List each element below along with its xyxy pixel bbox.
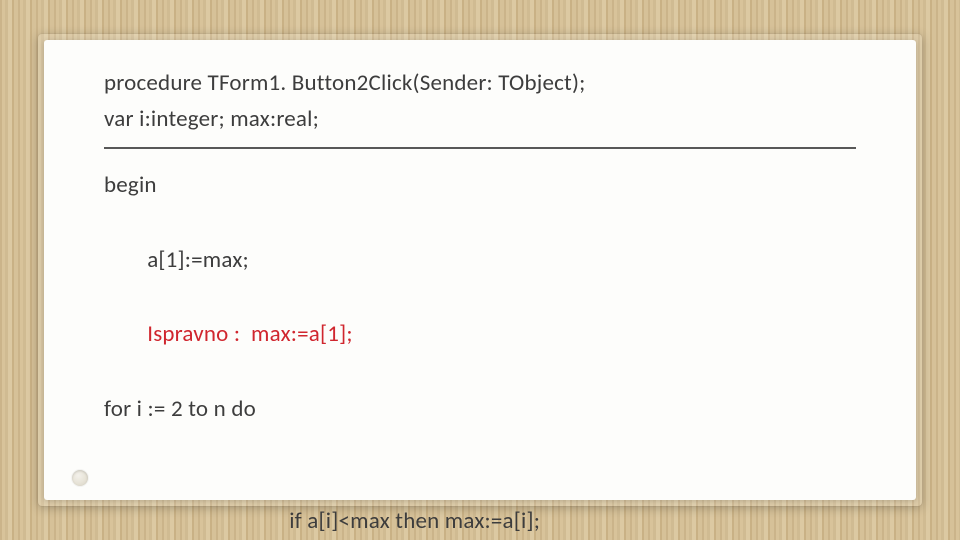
- code-line-1: a[1]:=max; Ispravno : max:=a[1];: [104, 205, 856, 391]
- code-block: begin a[1]:=max; Ispravno : max:=a[1]; f…: [104, 167, 856, 540]
- code-line-3: if a[i]<max then max:=a[i]; Ispravno >: [104, 428, 856, 540]
- code-l1-plain: a[1]:=max;: [147, 246, 249, 274]
- code-l3-plain: if a[i]<max then max:=a[i];: [289, 507, 540, 535]
- header-block: procedure TForm1. Button2Click(Sender: T…: [104, 66, 856, 137]
- slide-card-outer: procedure TForm1. Button2Click(Sender: T…: [38, 34, 922, 506]
- paper-punch-hole: [72, 470, 88, 486]
- code-line-2: for i := 2 to n do: [104, 391, 856, 428]
- divider: [104, 147, 856, 149]
- header-line-2: var i:integer; max:real;: [104, 102, 856, 138]
- code-begin: begin: [104, 167, 856, 204]
- header-line-1: procedure TForm1. Button2Click(Sender: T…: [104, 66, 856, 102]
- slide-card: procedure TForm1. Button2Click(Sender: T…: [44, 40, 916, 500]
- code-l1-correction: Ispravno : max:=a[1];: [147, 320, 353, 348]
